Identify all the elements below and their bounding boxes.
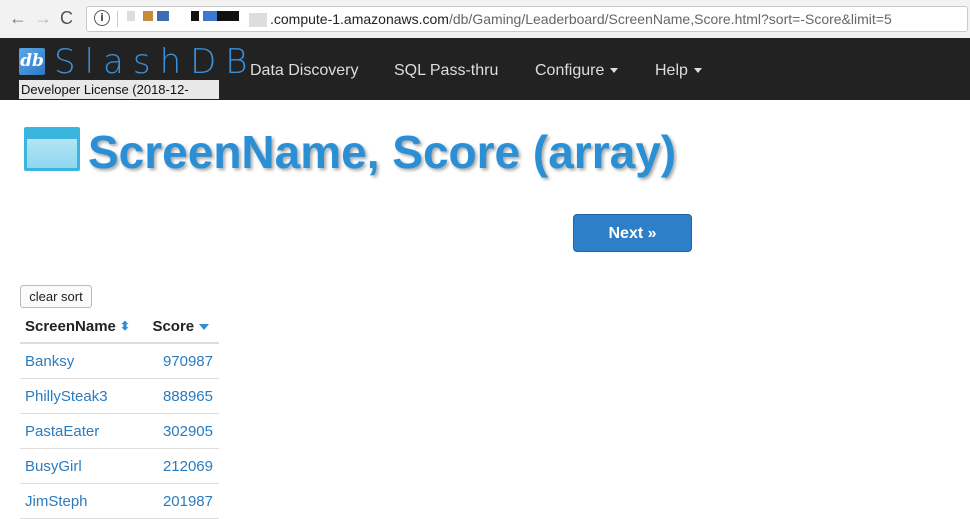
- screenname-cell[interactable]: PastaEater: [20, 413, 148, 449]
- table-row: PhillySteak3 888965: [20, 378, 219, 414]
- reload-icon[interactable]: C: [60, 8, 73, 28]
- redacted-block: [191, 11, 199, 21]
- screenname-cell[interactable]: Banksy: [20, 343, 148, 379]
- column-header-screenname[interactable]: ScreenName ⬍: [20, 310, 148, 344]
- url-text: .compute-1.amazonaws.com/db/Gaming/Leade…: [270, 11, 892, 27]
- next-page-button[interactable]: Next »: [573, 214, 692, 252]
- screenname-cell[interactable]: PhillySteak3: [20, 378, 148, 414]
- table-icon: [24, 127, 80, 171]
- caret-down-icon: [610, 68, 619, 74]
- nav-label: Help: [655, 62, 688, 79]
- clear-sort-button[interactable]: clear sort: [20, 285, 92, 308]
- browser-toolbar: ← → C i .compute-1.amazonaws.com/db/Gami…: [0, 0, 970, 39]
- table-header-row: ScreenName ⬍ Score: [20, 310, 219, 344]
- table-row: Banksy 970987: [20, 343, 219, 379]
- score-cell[interactable]: 888965: [147, 378, 219, 414]
- url-path: /db/Gaming/Leaderboard/ScreenName,Score.…: [448, 11, 892, 27]
- forward-arrow-icon[interactable]: →: [34, 8, 52, 28]
- license-badge: Developer License (2018-12-: [19, 80, 219, 99]
- table-row: BusyGirl 212069: [20, 448, 219, 484]
- redacted-block: [157, 11, 169, 21]
- info-icon[interactable]: i: [94, 10, 110, 26]
- nav-label: Data Discovery: [250, 62, 359, 79]
- header-label: ScreenName: [25, 317, 116, 335]
- nav-configure[interactable]: Configure: [535, 62, 619, 80]
- redacted-block: [249, 13, 267, 27]
- results-table: ScreenName ⬍ Score Banksy 970987 PhillySt…: [20, 310, 219, 519]
- redacted-block: [127, 11, 135, 21]
- address-bar[interactable]: i .compute-1.amazonaws.com/db/Gaming/Lea…: [86, 6, 968, 32]
- score-cell[interactable]: 201987: [147, 483, 219, 519]
- sort-desc-icon[interactable]: [199, 323, 210, 330]
- table-row: PastaEater 302905: [20, 413, 219, 449]
- nav-label: Configure: [535, 62, 605, 79]
- back-arrow-icon[interactable]: ←: [9, 8, 27, 28]
- table-row: JimSteph 201987: [20, 483, 219, 519]
- nav-help[interactable]: Help: [655, 62, 702, 80]
- redacted-block: [143, 11, 153, 21]
- screenname-cell[interactable]: BusyGirl: [20, 448, 148, 484]
- nav-data-discovery[interactable]: Data Discovery: [250, 62, 358, 80]
- nav-sql-pass-thru[interactable]: SQL Pass-thru: [394, 62, 498, 80]
- slashdb-logo-icon[interactable]: db: [19, 48, 45, 75]
- url-host: .compute-1.amazonaws.com: [270, 11, 449, 27]
- page-title: ScreenName, Score (array): [88, 126, 677, 178]
- sort-both-icon[interactable]: ⬍: [120, 319, 130, 333]
- caret-down-icon: [693, 68, 702, 74]
- header-label: Score: [152, 317, 195, 335]
- score-cell[interactable]: 970987: [147, 343, 219, 379]
- score-cell[interactable]: 212069: [147, 448, 219, 484]
- brand-name[interactable]: SlashDB: [54, 44, 257, 80]
- nav-label: SQL Pass-thru: [394, 62, 499, 79]
- column-header-score[interactable]: Score: [147, 310, 219, 344]
- redacted-block: [217, 11, 239, 21]
- address-divider: [117, 11, 118, 27]
- redacted-block: [203, 11, 217, 21]
- score-cell[interactable]: 302905: [147, 413, 219, 449]
- screenname-cell[interactable]: JimSteph: [20, 483, 148, 519]
